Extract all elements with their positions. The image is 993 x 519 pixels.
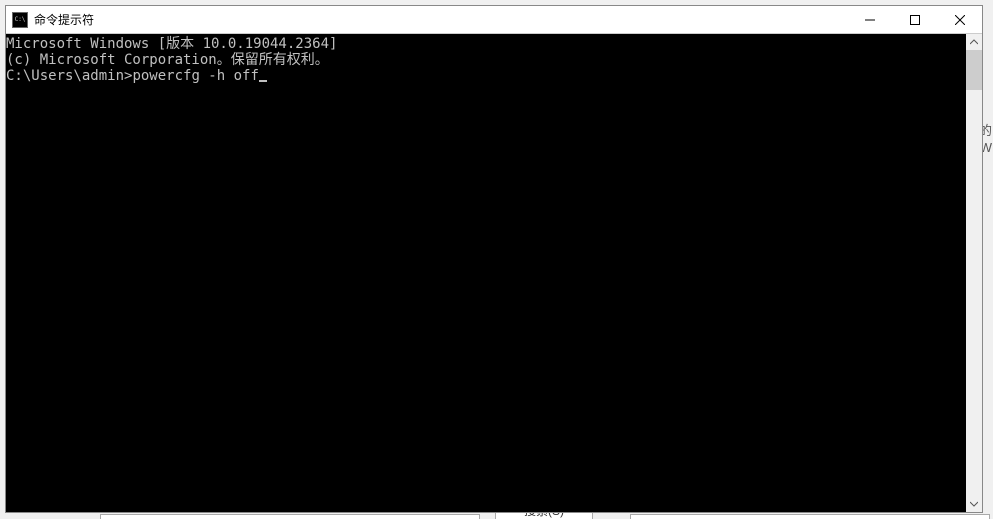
chevron-down-icon [970, 500, 978, 508]
scroll-up-button[interactable] [966, 34, 982, 50]
minimize-icon [865, 15, 875, 25]
vertical-scrollbar[interactable] [966, 34, 982, 512]
terminal-line: (c) Microsoft Corporation。保留所有权利。 [6, 52, 966, 68]
terminal-prompt-line: C:\Users\admin>powercfg -h off [6, 68, 966, 84]
scroll-down-button[interactable] [966, 496, 982, 512]
chevron-up-icon [970, 38, 978, 46]
terminal-line: Microsoft Windows [版本 10.0.19044.2364] [6, 36, 966, 52]
terminal-command-input[interactable]: powercfg -h off [132, 68, 258, 84]
window-title: 命令提示符 [34, 6, 847, 34]
terminal-cursor [259, 80, 267, 82]
close-icon [955, 15, 965, 25]
scroll-thumb[interactable] [966, 50, 982, 90]
cmd-icon [12, 12, 28, 28]
terminal-prompt: C:\Users\admin> [6, 68, 132, 84]
terminal-area: Microsoft Windows [版本 10.0.19044.2364](c… [6, 34, 982, 512]
window-controls [847, 6, 982, 33]
maximize-button[interactable] [892, 6, 937, 33]
command-prompt-window: 命令提示符 Microsoft Windows [版本 10.0.19044.2… [5, 5, 983, 513]
background-panel [630, 514, 990, 519]
maximize-icon [910, 15, 920, 25]
titlebar[interactable]: 命令提示符 [6, 6, 982, 34]
close-button[interactable] [937, 6, 982, 33]
background-panel [100, 514, 480, 519]
minimize-button[interactable] [847, 6, 892, 33]
terminal-output[interactable]: Microsoft Windows [版本 10.0.19044.2364](c… [6, 34, 966, 512]
